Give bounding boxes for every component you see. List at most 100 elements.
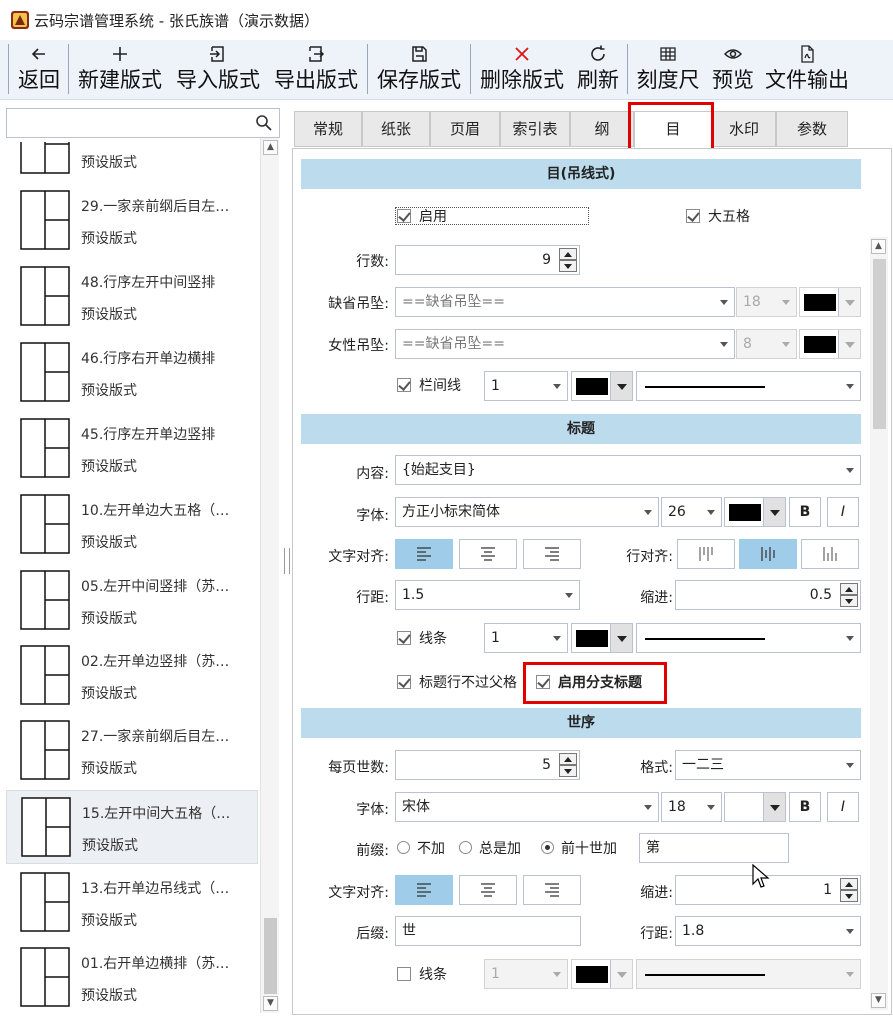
preview-button[interactable]: 预览 [708, 40, 758, 100]
gen-italic-button[interactable]: I [827, 792, 859, 822]
default-pendant-select[interactable]: ==缺省吊坠== [395, 287, 735, 317]
title-font-select[interactable]: 方正小标宋简体 [395, 497, 659, 527]
title-font-size-select[interactable]: 26 [661, 497, 722, 527]
column-line-width-select[interactable]: 1 [484, 371, 568, 401]
gen-line-color-picker[interactable] [571, 959, 633, 989]
list-item[interactable]: 46.行序右开单边横排 预设版式 [6, 336, 258, 410]
scrollbar-thumb[interactable] [264, 918, 277, 994]
title-line-width-select[interactable]: 1 [484, 623, 568, 653]
scroll-up-icon[interactable]: ▲ [871, 239, 886, 254]
content-select[interactable]: {始起支目} [395, 455, 861, 485]
prefix-first-ten-radio[interactable] [541, 841, 554, 854]
tab-params[interactable]: 参数 [776, 111, 848, 147]
gen-bold-button[interactable]: B [789, 792, 821, 822]
gen-align-left-button[interactable] [395, 875, 453, 905]
list-item[interactable]: 05.左开中间竖排（苏… 预设版式 [6, 564, 258, 638]
title-align-center-button[interactable] [459, 539, 517, 569]
title-line-checkbox[interactable] [397, 631, 411, 645]
prefix-always-radio[interactable] [459, 841, 472, 854]
back-button[interactable]: 返回 [14, 40, 64, 100]
ruler-button[interactable]: 刻度尺 [632, 40, 704, 100]
title-italic-button[interactable]: I [827, 497, 859, 527]
tab-general[interactable]: 常规 [294, 111, 362, 147]
title-indent-stepper[interactable]: 0.5 [675, 580, 861, 610]
list-item[interactable]: 48.行序左开中间竖排 预设版式 [6, 260, 258, 334]
export-icon [309, 46, 325, 62]
title-align-left-button[interactable] [395, 539, 453, 569]
default-pendant-size-select[interactable]: 18 [736, 287, 797, 317]
female-pendant-select[interactable]: ==缺省吊坠== [395, 329, 735, 359]
gen-font-size-select[interactable]: 18 [661, 792, 722, 822]
panel-scrollbar[interactable]: ▲ ▼ [870, 237, 888, 1010]
scroll-down-icon[interactable]: ▼ [263, 996, 278, 1011]
list-item[interactable]: 10.左开单边大五格（… 预设版式 [6, 488, 258, 562]
list-item[interactable]: 预设版式 [6, 142, 258, 182]
list-item[interactable]: 29.一家亲前纲后目左… 预设版式 [6, 184, 258, 258]
tab-gang[interactable]: 纲 [570, 111, 634, 147]
list-item-selected[interactable]: 15.左开中间大五格（… 预设版式 [6, 790, 258, 864]
female-pendant-color-picker[interactable] [799, 329, 861, 359]
tab-header[interactable]: 页眉 [430, 111, 500, 147]
column-line-style-select[interactable] [636, 371, 861, 401]
title-spacing-select[interactable]: 1.5 [395, 580, 580, 610]
enable-checkbox[interactable] [397, 209, 411, 223]
title-font-color-picker[interactable] [724, 497, 786, 527]
list-item[interactable]: 13.右开单边吊线式（… 预设版式 [6, 866, 258, 940]
row-align-middle-button[interactable] [739, 539, 797, 569]
prefix-input[interactable]: 第 [639, 833, 789, 863]
prefix-none-radio[interactable] [397, 841, 410, 854]
no-cross-parent-checkbox[interactable] [397, 675, 411, 689]
delete-layout-button[interactable]: 删除版式 [475, 40, 569, 100]
tab-mu[interactable]: 目 [634, 111, 712, 149]
default-pendant-color-picker[interactable] [799, 287, 861, 317]
title-line-style-select[interactable] [636, 623, 861, 653]
refresh-button[interactable]: 刷新 [574, 40, 622, 100]
search-input[interactable] [11, 112, 251, 134]
branch-title-checkbox[interactable] [536, 675, 550, 689]
list-item[interactable]: 02.左开单边竖排（苏… 预设版式 [6, 639, 258, 713]
title-line-color-picker[interactable] [571, 623, 633, 653]
export-layout-button[interactable]: 导出版式 [270, 40, 362, 100]
chevron-down-icon [610, 624, 632, 652]
gen-font-color-picker[interactable] [724, 792, 786, 822]
sidebar-scrollbar[interactable]: ▲ ▼ [260, 138, 279, 1013]
tab-watermark[interactable]: 水印 [712, 111, 776, 147]
tab-index[interactable]: 索引表 [500, 111, 570, 147]
gen-font-select[interactable]: 宋体 [395, 792, 659, 822]
gen-line-width-select[interactable]: 1 [484, 959, 568, 989]
scroll-up-icon[interactable]: ▲ [263, 140, 278, 155]
tab-paper[interactable]: 纸张 [362, 111, 430, 147]
big-five-checkbox[interactable] [686, 209, 700, 223]
gen-spacing-select[interactable]: 1.8 [675, 916, 861, 946]
spinner-icon[interactable] [840, 583, 858, 607]
gen-align-center-button[interactable] [459, 875, 517, 905]
save-layout-button[interactable]: 保存版式 [372, 40, 466, 100]
column-line-color-picker[interactable] [571, 371, 633, 401]
row-align-bottom-button[interactable] [801, 539, 859, 569]
spinner-icon[interactable] [559, 248, 577, 272]
list-item[interactable]: 27.一家亲前纲后目左… 预设版式 [6, 714, 258, 788]
splitter-handle[interactable] [284, 548, 290, 574]
search-icon[interactable] [255, 114, 273, 132]
new-layout-button[interactable]: 新建版式 [74, 40, 166, 100]
column-line-checkbox[interactable] [397, 378, 411, 392]
suffix-input[interactable]: 世 [395, 916, 581, 946]
file-output-button[interactable]: 文件输出 [760, 40, 854, 100]
per-page-stepper[interactable]: 5 [395, 750, 580, 780]
title-bold-button[interactable]: B [789, 497, 821, 527]
spinner-icon[interactable] [840, 878, 858, 902]
spinner-icon[interactable] [559, 753, 577, 777]
rows-stepper[interactable]: 9 [395, 245, 580, 275]
import-layout-button[interactable]: 导入版式 [172, 40, 264, 100]
gen-line-style-select[interactable] [636, 959, 861, 989]
list-item[interactable]: 45.行序左开单边竖排 预设版式 [6, 412, 258, 486]
gen-align-right-button[interactable] [523, 875, 581, 905]
format-select[interactable]: 一二三 [675, 750, 861, 780]
gen-line-checkbox[interactable] [397, 967, 411, 981]
list-item[interactable]: 01.右开单边横排（苏… 预设版式 [6, 941, 258, 1013]
scroll-down-icon[interactable]: ▼ [871, 993, 886, 1008]
title-align-right-button[interactable] [523, 539, 581, 569]
female-pendant-size-select[interactable]: 8 [736, 329, 797, 359]
row-align-top-button[interactable] [677, 539, 735, 569]
scrollbar-thumb[interactable] [873, 259, 886, 429]
